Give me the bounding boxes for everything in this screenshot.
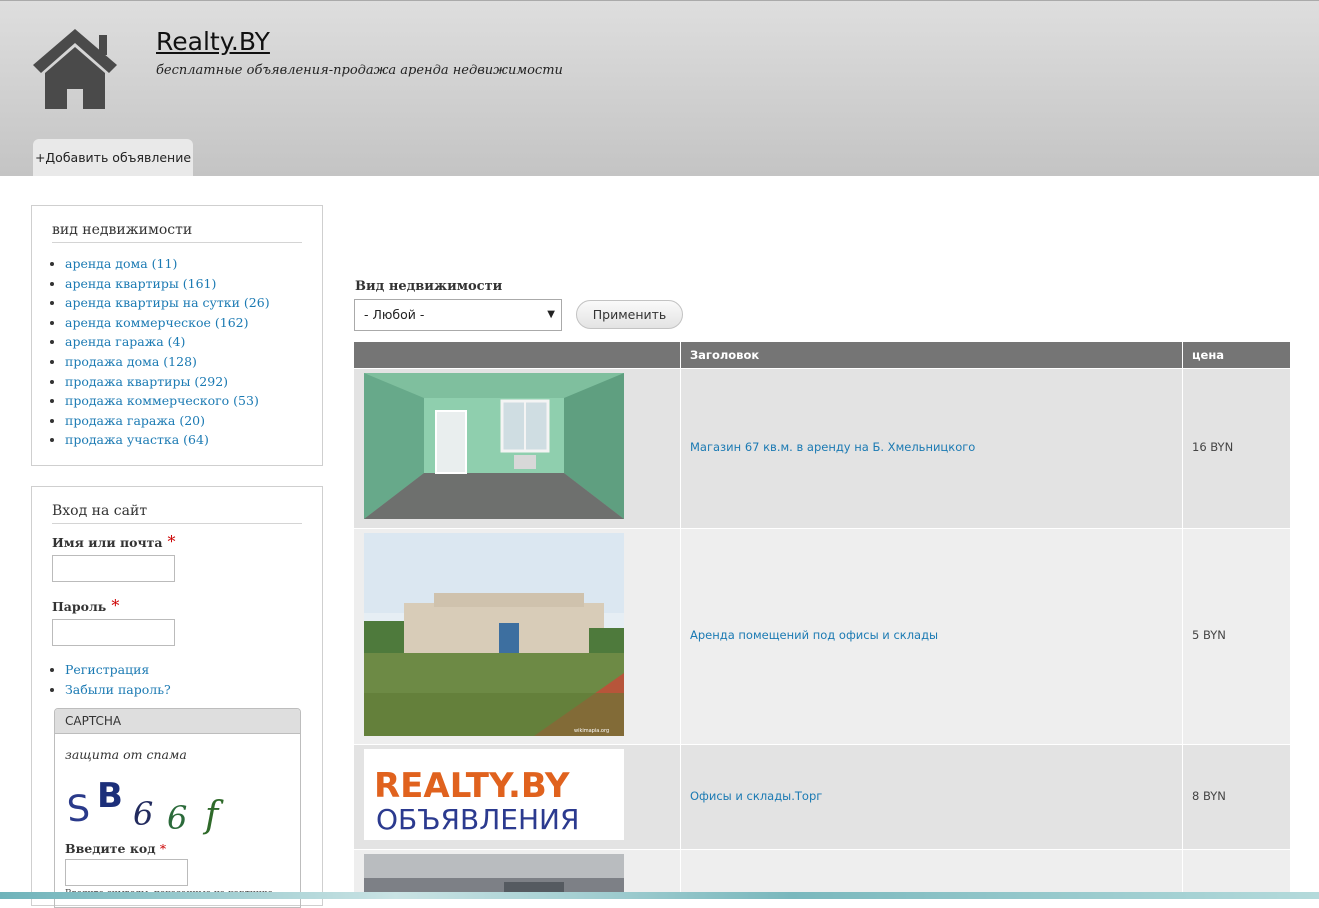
captcha-char: 6 (167, 799, 187, 835)
list-item: продажа дома (128) (65, 352, 322, 372)
captcha-header: CAPTCHA (55, 709, 300, 734)
captcha-char: 6 (133, 795, 153, 833)
dropdown-arrow-icon: ▼ (547, 309, 555, 320)
listing-title-link[interactable]: Аренда помещений под офисы и склады (690, 628, 938, 642)
list-item: аренда дома (11) (65, 254, 322, 274)
list-item: аренда квартиры (161) (65, 274, 322, 294)
username-label-row: Имя или почта * (32, 532, 322, 551)
category-link[interactable]: аренда квартиры на сутки (26) (65, 295, 270, 310)
categories-title: вид недвижимости (52, 222, 302, 243)
list-item: продажа коммерческого (53) (65, 391, 322, 411)
category-link[interactable]: продажа участка (64) (65, 432, 209, 447)
property-type-filter-label: Вид недвижимости (355, 279, 503, 294)
required-mark: * (167, 532, 176, 551)
required-mark: * (159, 841, 167, 856)
listing-price: 16 BYN (1192, 440, 1234, 454)
captcha-image: S B 6 6 f (66, 779, 224, 835)
login-block: Вход на сайт Имя или почта * Пароль * Ре… (31, 486, 323, 908)
column-header-image (354, 342, 680, 368)
realty-by-logo[interactable]: REALTY.BY ОБЪЯВЛЕНИЯ (364, 749, 624, 840)
category-link[interactable]: аренда дома (11) (65, 256, 177, 271)
list-item: продажа участка (64) (65, 430, 322, 450)
category-link[interactable]: продажа гаража (20) (65, 413, 205, 428)
password-label: Пароль (52, 599, 107, 614)
category-link[interactable]: аренда гаража (4) (65, 334, 185, 349)
list-item: Забыли пароль? (65, 680, 322, 700)
username-input[interactable] (52, 555, 175, 582)
username-label: Имя или почта (52, 535, 163, 550)
captcha-char: S (66, 788, 92, 830)
logo-line1: REALTY.BY (374, 766, 570, 806)
category-link[interactable]: продажа квартиры (292) (65, 374, 228, 389)
apply-button[interactable]: Применить (576, 300, 683, 329)
forgot-password-link[interactable]: Забыли пароль? (65, 682, 171, 697)
required-mark: * (111, 596, 120, 615)
list-item: продажа квартиры (292) (65, 372, 322, 392)
list-item: аренда квартиры на сутки (26) (65, 293, 322, 313)
site-name-link[interactable]: Realty.BY (156, 27, 270, 56)
add-listing-tab[interactable]: +Добавить объявление (33, 139, 193, 176)
select-value: - Любой - (364, 307, 425, 322)
home-icon[interactable] (33, 29, 117, 109)
listing-price: 8 BYN (1192, 789, 1226, 803)
listing-photo[interactable]: wikimapia.org (364, 533, 624, 736)
table-row: Магазин 67 кв.м. в аренду на Б. Хмельниц… (354, 369, 1290, 528)
category-link[interactable]: продажа коммерческого (53) (65, 393, 259, 408)
property-type-select[interactable]: - Любой - ▼ (354, 299, 562, 331)
captcha-char: B (97, 779, 123, 816)
list-item: аренда коммерческое (162) (65, 313, 322, 333)
site-slogan: бесплатные объявления-продажа аренда нед… (156, 63, 563, 78)
column-header-title[interactable]: Заголовок (680, 342, 1182, 368)
register-link[interactable]: Регистрация (65, 662, 149, 677)
wikimapia-watermark: wikimapia.org (574, 728, 609, 734)
categories-list: аренда дома (11) аренда квартиры (161) а… (32, 254, 322, 450)
column-header-price[interactable]: цена (1182, 342, 1290, 368)
logo-line2: ОБЪЯВЛЕНИЯ (376, 803, 579, 836)
categories-block: вид недвижимости аренда дома (11) аренда… (31, 205, 323, 466)
password-input[interactable] (52, 619, 175, 646)
captcha-code-label: Введите код (65, 841, 156, 856)
listing-photo[interactable] (364, 854, 624, 892)
captcha-char: f (202, 795, 224, 835)
window-bottom-strip (0, 892, 1319, 899)
listing-photo[interactable] (364, 373, 624, 519)
table-row: wikimapia.org Аренда помещений под офисы… (354, 529, 1290, 744)
list-item: аренда гаража (4) (65, 332, 322, 352)
captcha-code-label-row: Введите код * (65, 841, 166, 856)
listing-title-link[interactable]: Офисы и склады.Торг (690, 789, 822, 803)
site-header: Realty.BY бесплатные объявления-продажа … (0, 0, 1319, 176)
captcha-input[interactable] (65, 859, 188, 886)
password-label-row: Пароль * (32, 596, 322, 615)
category-link[interactable]: продажа дома (128) (65, 354, 197, 369)
category-link[interactable]: аренда квартиры (161) (65, 276, 216, 291)
list-item: Регистрация (65, 660, 322, 680)
table-row (354, 850, 1290, 892)
captcha-fieldset: CAPTCHA защита от спама S B 6 6 f Введит… (54, 708, 301, 908)
table-row: REALTY.BY ОБЪЯВЛЕНИЯ Офисы и склады.Торг… (354, 745, 1290, 849)
login-title: Вход на сайт (52, 503, 302, 524)
captcha-description: защита от спама (65, 747, 187, 762)
category-link[interactable]: аренда коммерческое (162) (65, 315, 248, 330)
listing-title-link[interactable]: Магазин 67 кв.м. в аренду на Б. Хмельниц… (690, 440, 975, 454)
login-links: Регистрация Забыли пароль? (32, 660, 322, 699)
listing-price: 5 BYN (1192, 628, 1226, 642)
table-header: Заголовок цена (354, 342, 1290, 368)
list-item: продажа гаража (20) (65, 411, 322, 431)
